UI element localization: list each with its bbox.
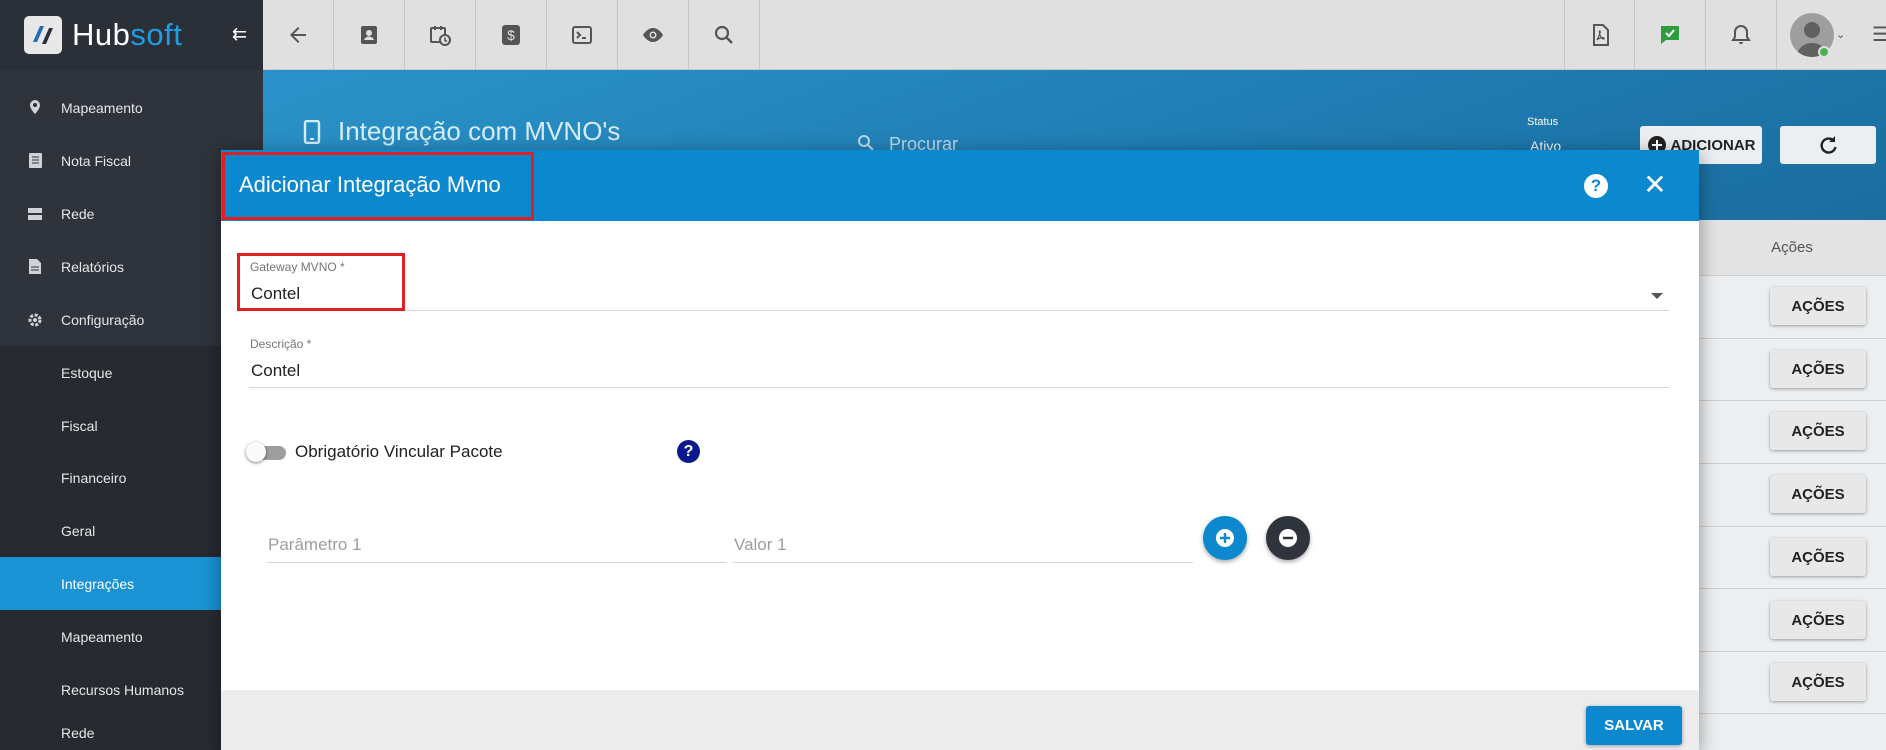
row-divider — [1698, 338, 1886, 339]
modal-header: Adicionar Integração Mvno ? ✕ — [221, 150, 1699, 221]
logo-icon — [24, 16, 62, 54]
logo-text: Hubsoft — [72, 17, 183, 52]
descricao-field-label: Descrição * — [250, 337, 312, 351]
eye-icon — [643, 28, 663, 42]
notifications-button[interactable] — [1706, 0, 1777, 70]
refresh-button[interactable] — [1780, 126, 1876, 164]
toggle-label: Obrigatório Vincular Pacote — [295, 442, 503, 461]
gateway-underline — [249, 310, 1669, 311]
search-button[interactable] — [689, 0, 760, 70]
bell-icon — [1731, 24, 1751, 44]
toggle-knob[interactable] — [246, 442, 266, 462]
highlight-frame-gateway — [237, 253, 405, 311]
row-actions-button[interactable]: AÇÕES — [1770, 475, 1866, 513]
minus-circle-icon — [1279, 529, 1297, 547]
status-label: Status — [1527, 116, 1559, 128]
close-icon[interactable]: ✕ — [1641, 169, 1669, 200]
view-button[interactable] — [618, 0, 689, 70]
sidebar-item-label: Mapeamento — [61, 99, 143, 116]
descricao-underline — [249, 387, 1669, 388]
help-icon[interactable]: ? — [1584, 174, 1608, 198]
row-actions-button[interactable]: AÇÕES — [1770, 350, 1866, 388]
value-underline — [733, 562, 1193, 563]
sidebar-item-label: Integrações — [61, 575, 135, 592]
row-actions-button[interactable]: AÇÕES — [1770, 287, 1866, 325]
page-title: Integração com MVNO's — [338, 116, 621, 146]
pdf-button[interactable] — [1564, 0, 1635, 70]
contacts-button[interactable] — [334, 0, 405, 70]
row-divider — [1698, 588, 1886, 589]
search-icon — [714, 25, 733, 44]
online-status-dot — [1818, 46, 1830, 58]
modal-footer — [221, 690, 1699, 750]
server-icon — [27, 206, 43, 222]
gear-icon — [27, 312, 43, 328]
refresh-icon — [1820, 136, 1837, 154]
sidebar-item-label: Fiscal — [61, 417, 98, 434]
row-divider — [1698, 400, 1886, 401]
save-button[interactable]: SALVAR — [1586, 706, 1682, 745]
dollar-icon: $ — [502, 25, 520, 45]
top-bar: Hubsoft ⇇ $ ⌄ ☰ — [0, 0, 1886, 70]
add-parameter-button[interactable] — [1203, 516, 1247, 560]
row-actions-button[interactable]: AÇÕES — [1770, 601, 1866, 639]
terminal-icon — [572, 26, 592, 44]
arrow-left-icon — [290, 27, 306, 43]
check-message-icon — [1661, 26, 1679, 44]
sidebar-item-label: Recursos Humanos — [61, 681, 184, 698]
parameter-underline — [267, 562, 727, 563]
sidebar-item-label: Nota Fiscal — [61, 152, 132, 169]
finance-button[interactable]: $ — [476, 0, 547, 70]
sidebar-item-label: Relatórios — [61, 258, 125, 275]
collapse-menu-icon[interactable]: ⇇ — [232, 24, 247, 45]
sidebar-item-label: Rede — [61, 725, 95, 741]
sidebar-item-mapeamento[interactable]: Mapeamento — [0, 81, 263, 134]
chevron-down-icon[interactable]: ⌄ — [1836, 28, 1845, 41]
sidebar-item-label: Mapeamento — [61, 628, 143, 645]
terminal-button[interactable] — [547, 0, 618, 70]
plus-circle-icon — [1216, 529, 1234, 547]
highlight-frame-title — [222, 152, 534, 220]
list-menu-icon[interactable]: ☰ — [1872, 22, 1886, 47]
row-actions-button[interactable]: AÇÕES — [1770, 663, 1866, 701]
sidebar-item-label: Configuração — [61, 311, 145, 328]
row-divider — [1698, 275, 1886, 276]
parameter-input[interactable]: Parâmetro 1 — [268, 535, 362, 555]
value-input[interactable]: Valor 1 — [734, 535, 787, 555]
row-divider — [1698, 713, 1886, 714]
row-divider — [1698, 463, 1886, 464]
tasks-button[interactable] — [1635, 0, 1706, 70]
dropdown-arrow-icon[interactable] — [1651, 293, 1663, 299]
invoice-icon — [27, 153, 43, 169]
phone-icon — [303, 119, 321, 149]
descricao-input[interactable]: Contel — [251, 361, 300, 381]
calendar-button[interactable] — [405, 0, 476, 70]
contact-card-icon — [361, 26, 377, 44]
map-pin-icon — [27, 99, 43, 116]
row-divider — [1698, 526, 1886, 527]
sidebar-item-label: Estoque — [61, 364, 113, 381]
column-header-acoes: Ações — [1698, 220, 1886, 275]
row-actions-button[interactable]: AÇÕES — [1770, 538, 1866, 576]
svg-text:$: $ — [507, 27, 515, 43]
pdf-icon — [1592, 24, 1609, 46]
question-icon[interactable]: ? — [677, 440, 700, 463]
row-actions-button[interactable]: AÇÕES — [1770, 412, 1866, 450]
sidebar-item-label: Rede — [61, 205, 95, 222]
calendar-clock-icon — [430, 26, 451, 46]
report-icon — [27, 259, 43, 275]
sidebar-item-label: Geral — [61, 522, 96, 539]
row-divider — [1698, 651, 1886, 652]
logo-area: Hubsoft ⇇ — [0, 0, 263, 70]
remove-parameter-button[interactable] — [1266, 516, 1310, 560]
sidebar-item-label: Financeiro — [61, 469, 127, 486]
add-integration-modal: Adicionar Integração Mvno ? ✕ Gateway MV… — [221, 150, 1699, 750]
back-button[interactable] — [263, 0, 334, 70]
